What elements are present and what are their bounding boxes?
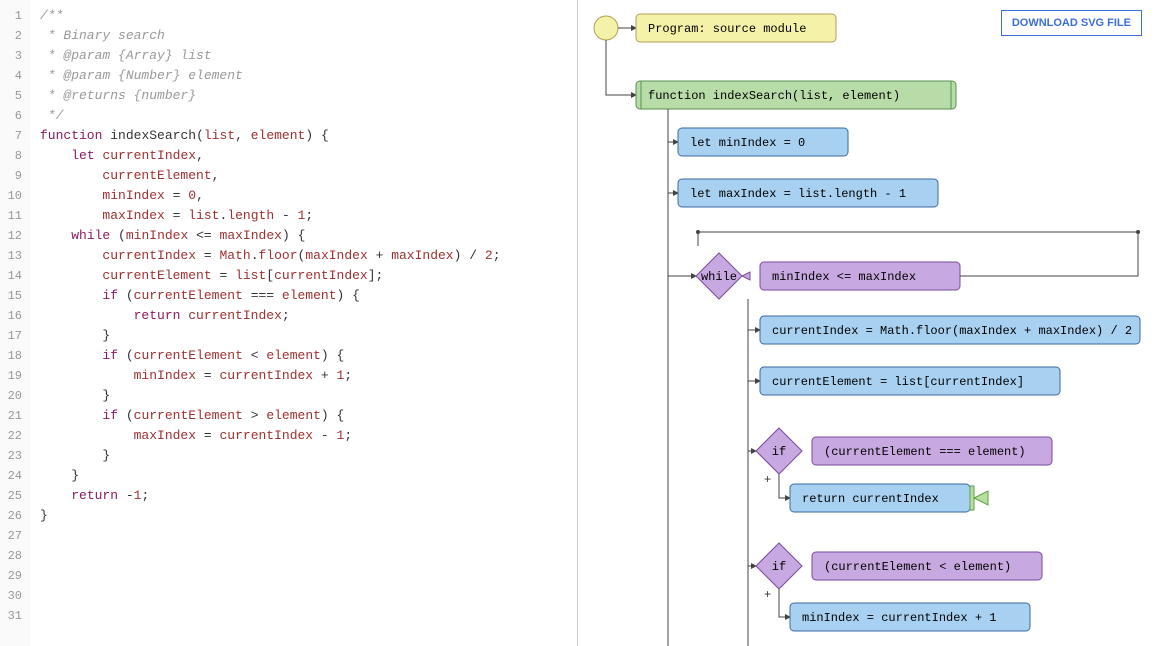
code-editor-panel[interactable]: 1234567891011121314151617181920212223242…	[0, 0, 578, 646]
code-line: * @param {Number} element	[40, 66, 501, 86]
code-line: function indexSearch(list, element) {	[40, 126, 501, 146]
start-node	[594, 16, 618, 40]
line-number: 3	[6, 46, 22, 66]
code-line: maxIndex = currentIndex - 1;	[40, 426, 501, 446]
code-line: }	[40, 506, 501, 526]
line-number: 2	[6, 26, 22, 46]
svg-text:+: +	[764, 588, 771, 602]
svg-text:(currentElement === element): (currentElement === element)	[824, 445, 1026, 459]
line-number: 15	[6, 286, 22, 306]
flowchart-panel[interactable]: DOWNLOAD SVG FILE Program: source module…	[578, 0, 1156, 646]
svg-text:minIndex <= maxIndex: minIndex <= maxIndex	[772, 270, 916, 284]
line-number: 25	[6, 486, 22, 506]
code-line: let currentIndex,	[40, 146, 501, 166]
line-number: 17	[6, 326, 22, 346]
svg-text:if: if	[772, 560, 786, 574]
line-number: 8	[6, 146, 22, 166]
line-number: 19	[6, 366, 22, 386]
line-number: 21	[6, 406, 22, 426]
svg-text:let maxIndex = list.length - 1: let maxIndex = list.length - 1	[690, 187, 906, 201]
line-number: 31	[6, 606, 22, 626]
line-number: 1	[6, 6, 22, 26]
code-line: }	[40, 466, 501, 486]
line-number: 5	[6, 86, 22, 106]
svg-text:+: +	[764, 473, 771, 487]
line-number: 18	[6, 346, 22, 366]
code-line: /**	[40, 6, 501, 26]
return-exit-icon	[974, 491, 988, 505]
line-number: 4	[6, 66, 22, 86]
line-number: 29	[6, 566, 22, 586]
code-line: currentElement,	[40, 166, 501, 186]
svg-text:currentElement = list[currentI: currentElement = list[currentIndex]	[772, 375, 1024, 389]
line-number: 13	[6, 246, 22, 266]
svg-text:minIndex = currentIndex + 1: minIndex = currentIndex + 1	[802, 611, 996, 625]
code-line: * @param {Array} list	[40, 46, 501, 66]
code-line: */	[40, 106, 501, 126]
line-number: 10	[6, 186, 22, 206]
svg-text:Program: source module: Program: source module	[648, 22, 806, 36]
line-number: 28	[6, 546, 22, 566]
flowchart-svg: Program: source module function indexSear…	[578, 0, 1156, 646]
line-number: 6	[6, 106, 22, 126]
line-number: 26	[6, 506, 22, 526]
download-svg-button[interactable]: DOWNLOAD SVG FILE	[1001, 10, 1142, 36]
code-line: if (currentElement > element) {	[40, 406, 501, 426]
code-line: if (currentElement < element) {	[40, 346, 501, 366]
code-line: * Binary search	[40, 26, 501, 46]
code-line: while (minIndex <= maxIndex) {	[40, 226, 501, 246]
code-line: }	[40, 446, 501, 466]
svg-text:return currentIndex: return currentIndex	[802, 492, 939, 506]
svg-text:function indexSearch(list, ele: function indexSearch(list, element)	[648, 89, 900, 103]
code-content[interactable]: /** * Binary search * @param {Array} lis…	[30, 0, 511, 646]
code-line: currentElement = list[currentIndex];	[40, 266, 501, 286]
code-line: }	[40, 386, 501, 406]
code-line: return -1;	[40, 486, 501, 506]
line-number: 24	[6, 466, 22, 486]
code-line: return currentIndex;	[40, 306, 501, 326]
line-number: 23	[6, 446, 22, 466]
code-line: if (currentElement === element) {	[40, 286, 501, 306]
line-number: 9	[6, 166, 22, 186]
svg-text:while: while	[701, 270, 737, 284]
code-line: }	[40, 326, 501, 346]
code-line: maxIndex = list.length - 1;	[40, 206, 501, 226]
code-line: minIndex = currentIndex + 1;	[40, 366, 501, 386]
code-line: * @returns {number}	[40, 86, 501, 106]
code-line: currentIndex = Math.floor(maxIndex + max…	[40, 246, 501, 266]
line-number: 12	[6, 226, 22, 246]
line-number: 16	[6, 306, 22, 326]
line-number-gutter: 1234567891011121314151617181920212223242…	[0, 0, 30, 646]
line-number: 11	[6, 206, 22, 226]
line-number: 22	[6, 426, 22, 446]
code-line: minIndex = 0,	[40, 186, 501, 206]
line-number: 30	[6, 586, 22, 606]
line-number: 14	[6, 266, 22, 286]
line-number: 7	[6, 126, 22, 146]
line-number: 20	[6, 386, 22, 406]
svg-text:currentIndex = Math.floor(maxI: currentIndex = Math.floor(maxIndex + max…	[772, 324, 1132, 338]
svg-text:if: if	[772, 445, 786, 459]
svg-text:(currentElement < element): (currentElement < element)	[824, 560, 1011, 574]
line-number: 27	[6, 526, 22, 546]
svg-text:let minIndex = 0: let minIndex = 0	[690, 136, 805, 150]
